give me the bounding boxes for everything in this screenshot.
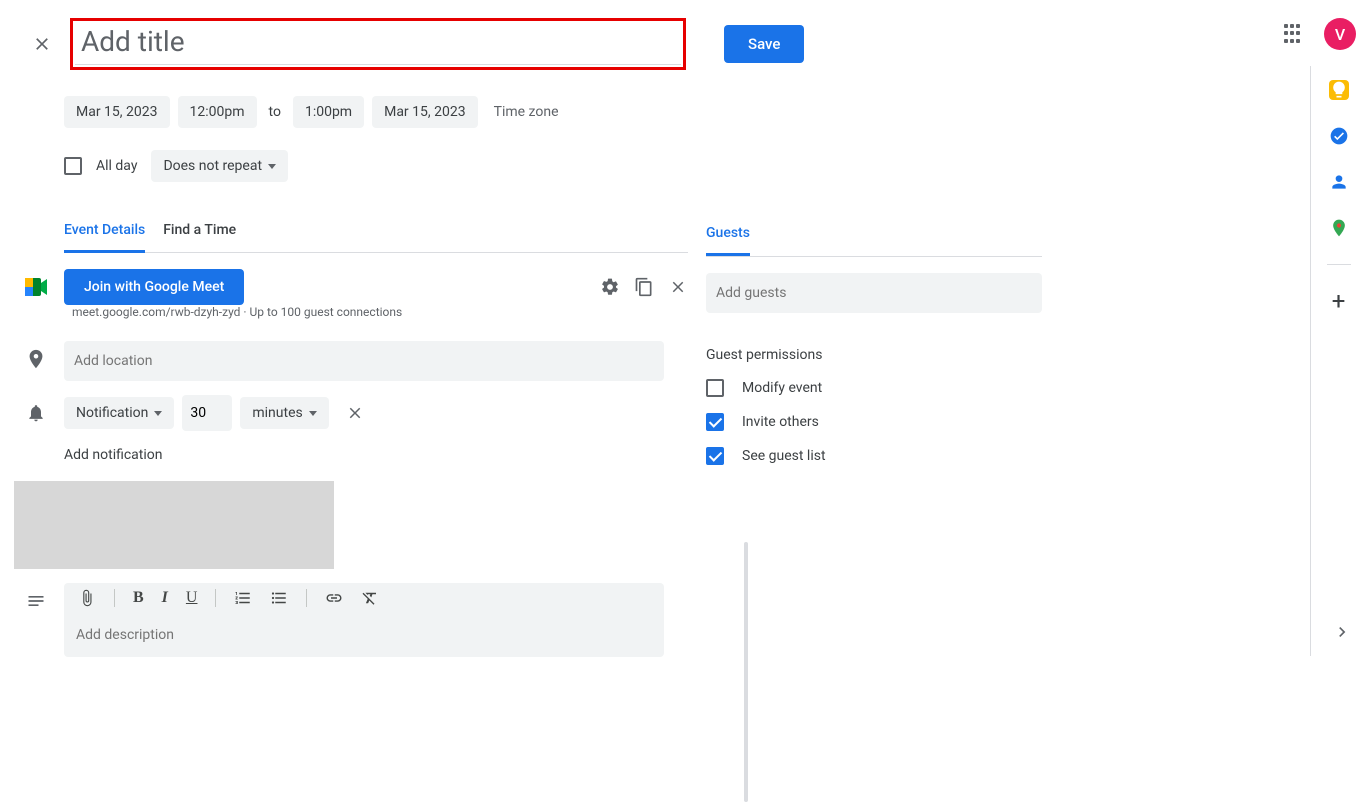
invite-others-checkbox[interactable]	[706, 413, 724, 431]
allday-label: All day	[96, 158, 137, 174]
notification-bell-icon	[24, 401, 48, 425]
italic-icon[interactable]: I	[162, 589, 168, 607]
chevron-down-icon	[154, 411, 162, 416]
end-time-picker[interactable]: 1:00pm	[293, 96, 364, 128]
scrollbar[interactable]	[744, 542, 748, 802]
maps-icon[interactable]	[1329, 218, 1349, 238]
clear-formatting-icon[interactable]	[361, 589, 379, 607]
description-icon	[24, 589, 48, 613]
meet-settings-icon[interactable]	[600, 277, 620, 297]
join-google-meet-button[interactable]: Join with Google Meet	[64, 269, 244, 305]
start-time-picker[interactable]: 12:00pm	[178, 96, 257, 128]
contacts-icon[interactable]	[1329, 172, 1349, 192]
title-highlight-box	[70, 18, 686, 70]
bold-icon[interactable]: B	[133, 589, 144, 607]
description-input[interactable]	[64, 613, 664, 657]
save-button[interactable]: Save	[724, 25, 804, 63]
see-guest-list-checkbox[interactable]	[706, 447, 724, 465]
add-notification-link[interactable]: Add notification	[64, 447, 365, 463]
notification-value-input[interactable]	[182, 395, 232, 431]
chevron-down-icon	[268, 164, 276, 169]
notification-type-select[interactable]: Notification	[64, 397, 174, 429]
toolbar-separator	[114, 589, 115, 607]
modify-event-checkbox[interactable]	[706, 379, 724, 397]
close-button[interactable]	[20, 22, 64, 66]
collapse-panel-icon[interactable]	[1328, 618, 1356, 646]
google-meet-icon	[24, 275, 48, 299]
notification-unit-select[interactable]: minutes	[240, 397, 328, 429]
notification-unit-label: minutes	[252, 405, 302, 421]
location-input[interactable]	[64, 341, 664, 381]
allday-checkbox[interactable]	[64, 157, 82, 175]
chevron-down-icon	[309, 411, 317, 416]
modify-event-label: Modify event	[742, 380, 822, 396]
see-guest-list-label: See guest list	[742, 448, 826, 464]
location-icon	[24, 347, 48, 371]
attach-icon[interactable]	[78, 589, 96, 607]
recurrence-label: Does not repeat	[163, 158, 262, 174]
recurrence-select[interactable]: Does not repeat	[151, 150, 288, 182]
tasks-icon[interactable]	[1329, 126, 1349, 146]
attachment-placeholder	[14, 481, 334, 569]
underline-icon[interactable]: U	[186, 589, 198, 607]
side-panel-separator	[1327, 264, 1351, 265]
timezone-link[interactable]: Time zone	[494, 104, 559, 120]
end-date-picker[interactable]: Mar 15, 2023	[372, 96, 478, 128]
add-guests-input[interactable]	[706, 273, 1042, 313]
remove-meet-icon[interactable]	[668, 277, 688, 297]
invite-others-label: Invite others	[742, 414, 819, 430]
toolbar-separator	[306, 589, 307, 607]
toolbar-separator	[215, 589, 216, 607]
event-title-input[interactable]	[75, 23, 681, 65]
keep-icon[interactable]	[1329, 80, 1349, 100]
meet-url-text: meet.google.com/rwb-dzyh-zyd · Up to 100…	[64, 305, 688, 319]
guest-permissions-title: Guest permissions	[706, 347, 1042, 363]
google-apps-icon[interactable]	[1284, 24, 1304, 44]
remove-notification-icon[interactable]	[345, 403, 365, 423]
tab-guests[interactable]: Guests	[706, 225, 750, 256]
side-panel: +	[1310, 66, 1366, 656]
copy-meet-icon[interactable]	[634, 277, 654, 297]
bullet-list-icon[interactable]	[270, 589, 288, 607]
link-icon[interactable]	[325, 589, 343, 607]
account-avatar[interactable]: V	[1324, 18, 1356, 50]
tab-find-a-time[interactable]: Find a Time	[163, 222, 236, 252]
to-label: to	[265, 104, 285, 120]
tab-event-details[interactable]: Event Details	[64, 222, 145, 253]
numbered-list-icon[interactable]	[234, 589, 252, 607]
start-date-picker[interactable]: Mar 15, 2023	[64, 96, 170, 128]
add-addon-icon[interactable]: +	[1329, 291, 1349, 311]
notification-type-label: Notification	[76, 405, 148, 421]
description-toolbar: B I U	[64, 583, 664, 613]
